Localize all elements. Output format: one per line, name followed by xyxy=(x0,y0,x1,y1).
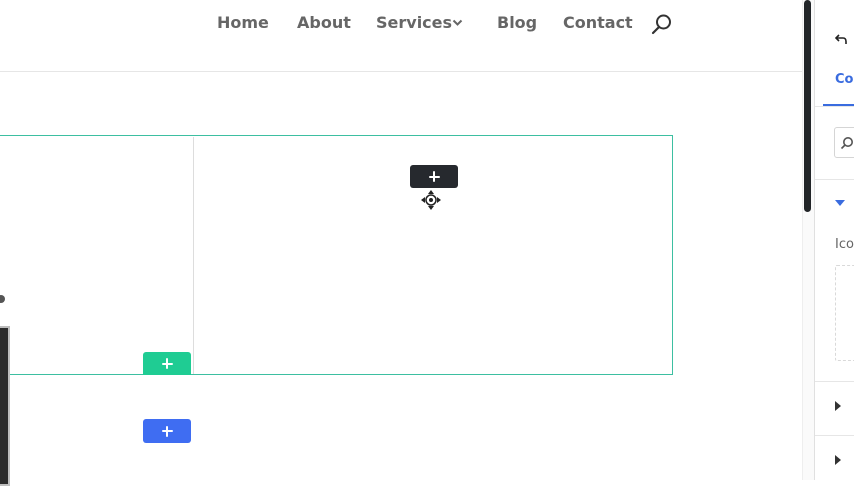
divider xyxy=(815,179,854,180)
nav-blog[interactable]: Blog xyxy=(497,12,537,34)
nav-contact[interactable]: Contact xyxy=(563,12,633,34)
divider xyxy=(815,435,854,436)
search-icon xyxy=(840,137,853,150)
add-widget-button[interactable] xyxy=(410,165,458,188)
plus-icon xyxy=(161,425,173,437)
section-outline[interactable] xyxy=(0,135,673,375)
chevron-down-icon[interactable] xyxy=(452,19,463,27)
caret-right-icon[interactable] xyxy=(835,455,841,465)
caret-down-icon[interactable] xyxy=(835,200,845,206)
undo-icon[interactable] xyxy=(835,33,848,46)
caret-right-icon[interactable] xyxy=(835,401,841,411)
divider xyxy=(815,106,854,107)
divider xyxy=(815,381,854,382)
nav-services[interactable]: Services xyxy=(376,12,452,34)
column-divider xyxy=(193,137,194,374)
site-header: Home About Services Blog Contact xyxy=(0,0,802,72)
search-icon[interactable] xyxy=(651,13,673,35)
move-arrows-icon[interactable] xyxy=(420,189,442,211)
icon-section-label: Ico xyxy=(835,237,854,252)
nav-home[interactable]: Home xyxy=(217,12,269,34)
editor-scroll-thumb[interactable] xyxy=(804,0,811,212)
panel-heading: Pa xyxy=(835,0,850,4)
settings-panel: Pa Co Ico xyxy=(814,0,854,480)
icon-drop-area[interactable] xyxy=(835,265,854,361)
add-column-button[interactable] xyxy=(143,352,191,375)
plus-icon xyxy=(161,358,173,369)
add-section-button[interactable] xyxy=(143,419,191,443)
widget-search-input[interactable] xyxy=(834,127,854,158)
plus-icon xyxy=(428,171,440,182)
tab-content[interactable]: Co xyxy=(835,72,853,87)
nav-about[interactable]: About xyxy=(297,12,351,34)
left-widget-edge xyxy=(0,326,10,486)
